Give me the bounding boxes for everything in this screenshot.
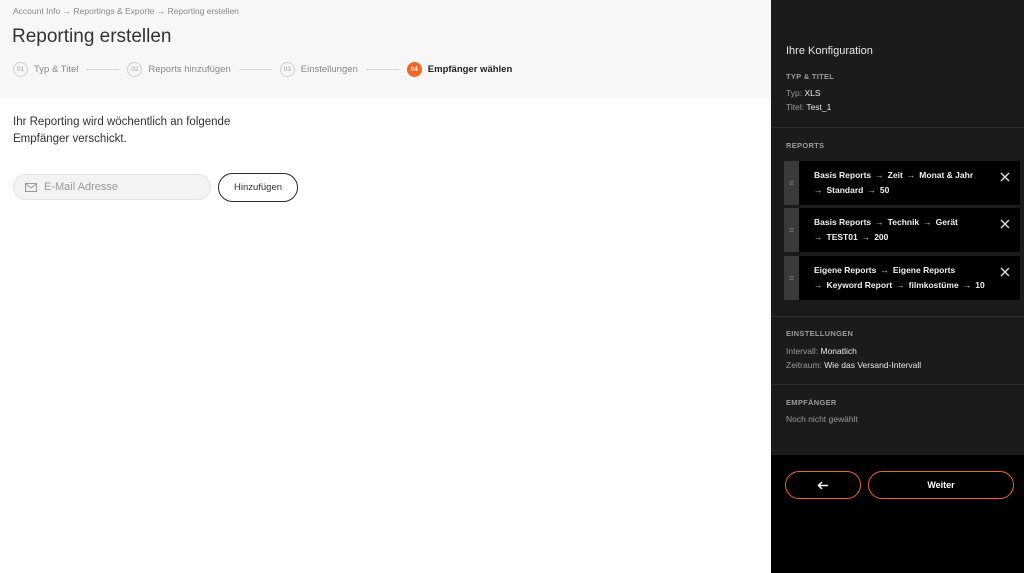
- step-1[interactable]: 01 Typ & Titel: [13, 61, 79, 77]
- report-path: Basis Reports → Technik → Gerät → TEST01 → 200: [799, 208, 1020, 252]
- arrow-right-icon: →: [906, 170, 916, 180]
- email-field-wrapper[interactable]: [13, 174, 211, 200]
- titel-label: Titel:: [786, 102, 805, 112]
- empfaenger-value: Noch nicht gewählt: [786, 414, 858, 424]
- report-card: ≡ Eigene Reports → Eigene Reports → Keyword…: [784, 256, 1020, 300]
- next-button[interactable]: Weiter: [868, 471, 1014, 499]
- intervall-row: Intervall: Monatlich: [786, 346, 857, 356]
- report-card: ≡ Basis Reports → Zeit → Monat & Jahr → Stand…: [784, 161, 1020, 205]
- typ-label: Typ:: [786, 88, 803, 98]
- page-title: Reporting erstellen: [12, 26, 172, 47]
- report-card: ≡ Basis Reports → Technik → Gerät → TEST01 → 20…: [784, 208, 1020, 252]
- step-connector: [238, 68, 272, 70]
- report-path-part: Monat & Jahr: [919, 170, 974, 180]
- drag-handle-icon[interactable]: ≡: [784, 208, 799, 252]
- email-input[interactable]: [44, 181, 204, 193]
- arrow-right-icon: →: [814, 185, 823, 195]
- arrow-left-icon: [817, 478, 829, 493]
- drag-handle-icon[interactable]: ≡: [784, 161, 799, 205]
- add-recipient-button[interactable]: Hinzufügen: [218, 173, 298, 202]
- recipient-info-text: Ihr Reporting wird wöchentlich an folgen…: [13, 116, 231, 145]
- step-number: 03: [279, 61, 295, 77]
- report-path-part: Basis Reports: [814, 217, 872, 227]
- intervall-value: Monatlich: [820, 346, 857, 356]
- step-label: Typ & Titel: [34, 63, 79, 75]
- step-number: 02: [127, 61, 143, 77]
- section-heading-einstellungen: Einstellungen: [786, 329, 854, 338]
- step-label: Empfänger wählen: [427, 63, 513, 75]
- report-path-part: 10: [975, 280, 985, 290]
- arrow-right-icon: →: [962, 280, 972, 290]
- report-path-part: Technik: [887, 217, 920, 227]
- zeitraum-value: Wie das Versand-Intervall: [824, 360, 922, 370]
- report-path-part: TEST01: [826, 232, 858, 242]
- typ-value: XLS: [804, 88, 821, 98]
- titel-row: Titel: Test_1: [786, 102, 831, 112]
- step-4-active: 04 Empfänger wählen: [406, 61, 513, 77]
- report-path-part: 200: [874, 232, 889, 242]
- close-icon[interactable]: [1000, 264, 1010, 277]
- typ-row: Typ: XLS: [786, 88, 821, 98]
- divider: [771, 127, 1024, 128]
- arrow-right-icon: →: [923, 217, 932, 227]
- arrow-right-icon: →: [896, 280, 905, 290]
- intervall-label: Intervall:: [786, 346, 819, 356]
- report-path-part: 50: [879, 185, 890, 195]
- divider: [771, 316, 1024, 317]
- page: Account Info → Reportings & Exporte → Re…: [0, 0, 1024, 573]
- step-label: Reports hinzufügen: [148, 63, 231, 75]
- report-path: Eigene Reports → Eigene Reports → Keyword R…: [799, 256, 1020, 300]
- report-path-part: Eigene Reports: [892, 265, 956, 275]
- step-number: 04: [406, 61, 422, 77]
- titel-value: Test_1: [806, 102, 832, 112]
- zeitraum-label: Zeitraum:: [786, 360, 822, 370]
- step-label: Einstellungen: [300, 63, 358, 75]
- arrow-right-icon: →: [875, 217, 884, 227]
- step-connector: [86, 68, 120, 70]
- sidebar-title: Ihre Konfiguration: [786, 45, 873, 57]
- sidebar-footer: Weiter: [771, 455, 1024, 573]
- report-path-part: Basis Reports: [814, 170, 872, 180]
- configuration-sidebar: Ihre Konfiguration Typ & Titel Typ: XLS …: [771, 0, 1024, 573]
- step-number: 01: [13, 61, 28, 77]
- report-path-part: Keyword Report: [826, 280, 893, 290]
- close-icon[interactable]: [1000, 169, 1010, 182]
- step-connector: [365, 68, 399, 70]
- report-path-part: Zeit: [887, 170, 903, 180]
- breadcrumb-item-current: Reporting erstellen: [167, 6, 239, 16]
- report-path-part: Gerät: [935, 217, 958, 227]
- close-icon[interactable]: [1000, 216, 1010, 229]
- section-heading-reports: Reports: [786, 141, 825, 150]
- report-path-part: Eigene Reports: [814, 265, 877, 275]
- drag-handle-icon[interactable]: ≡: [784, 256, 799, 300]
- page-header: Account Info → Reportings & Exporte → Re…: [0, 0, 771, 98]
- main-content: Account Info → Reportings & Exporte → Re…: [0, 0, 771, 573]
- section-heading-typ-titel: Typ & Titel: [786, 72, 835, 81]
- zeitraum-row: Zeitraum: Wie das Versand-Intervall: [786, 360, 921, 370]
- arrow-right-icon: →: [861, 232, 871, 242]
- step-2[interactable]: 02 Reports hinzufügen: [127, 61, 231, 77]
- section-heading-empfaenger: Empfänger: [786, 398, 837, 407]
- divider: [771, 384, 1024, 385]
- breadcrumb-separator: →: [62, 6, 72, 16]
- stepper: 01 Typ & Titel 02 Reports hinzufügen 03 …: [13, 61, 512, 77]
- report-path: Basis Reports → Zeit → Monat & Jahr → Standar…: [799, 161, 1020, 205]
- arrow-right-icon: →: [814, 280, 823, 290]
- arrow-right-icon: →: [880, 265, 889, 275]
- arrow-right-icon: →: [814, 232, 823, 242]
- mail-icon: [25, 182, 37, 192]
- breadcrumb-separator: →: [156, 6, 166, 16]
- breadcrumb-item-reportings[interactable]: Reportings & Exporte: [74, 6, 155, 16]
- arrow-right-icon: →: [867, 185, 876, 195]
- arrow-right-icon: →: [875, 170, 884, 180]
- back-button[interactable]: [785, 471, 861, 499]
- breadcrumb: Account Info → Reportings & Exporte → Re…: [13, 6, 239, 16]
- report-path-part: filmkostüme: [908, 280, 959, 290]
- report-path-part: Standard: [826, 185, 864, 195]
- step-3[interactable]: 03 Einstellungen: [279, 61, 358, 77]
- breadcrumb-item-account-info[interactable]: Account Info: [13, 6, 60, 16]
